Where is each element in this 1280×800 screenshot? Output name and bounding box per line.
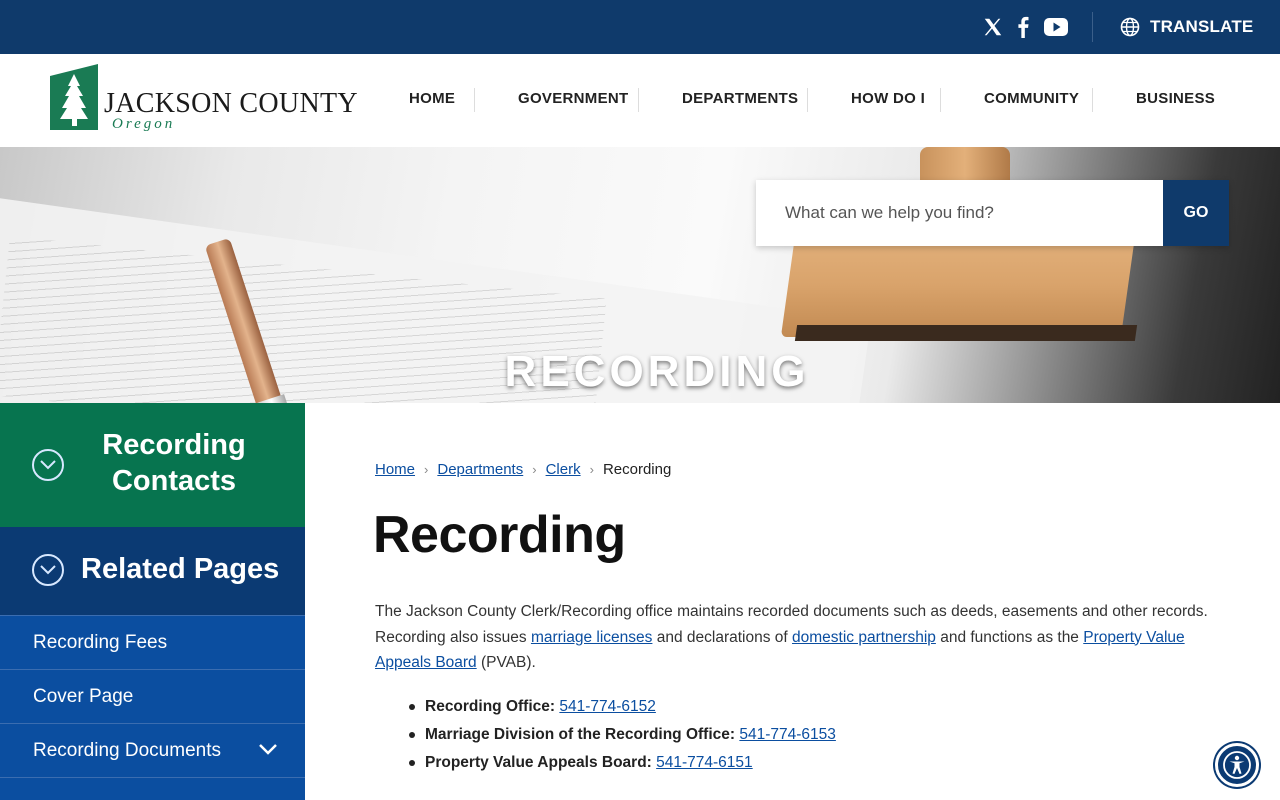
accessibility-button[interactable]	[1215, 743, 1259, 787]
breadcrumb-chevron-icon: ›	[532, 462, 537, 477]
sidebar-item-label: Recording Documents	[33, 740, 221, 761]
nav-divider	[940, 88, 941, 112]
sidebar-item-next[interactable]	[0, 777, 305, 800]
intro-paragraph: The Jackson County Clerk/Recording offic…	[375, 599, 1225, 676]
list-item: Marriage Division of the Recording Offic…	[409, 722, 836, 750]
hero-title: RECORDING	[504, 347, 810, 396]
topbar-divider	[1092, 12, 1093, 42]
site-search: GO	[756, 180, 1229, 246]
sidebar-item-recording-fees[interactable]: Recording Fees	[0, 615, 305, 669]
tree-logo-icon	[50, 64, 98, 130]
related-pages-toggle[interactable]: Related Pages	[0, 527, 305, 615]
logo-subtitle: Oregon	[112, 116, 176, 132]
sidebar-item-cover-page[interactable]: Cover Page	[0, 669, 305, 723]
phone-link[interactable]: 541-774-6153	[739, 726, 836, 743]
search-input[interactable]	[756, 180, 1163, 246]
recording-contacts-toggle[interactable]: Recording Contacts	[0, 403, 305, 527]
contact-list: Recording Office: 541-774-6152 Marriage …	[409, 694, 836, 778]
domestic-partnership-link[interactable]: domestic partnership	[792, 629, 936, 646]
breadcrumb-departments[interactable]: Departments	[437, 461, 523, 478]
phone-link[interactable]: 541-774-6151	[656, 754, 753, 771]
youtube-icon[interactable]	[1043, 14, 1069, 40]
breadcrumb-current: Recording	[602, 461, 672, 478]
hero-stamp-rubber	[794, 325, 1138, 341]
nav-home[interactable]: HOME	[409, 90, 455, 107]
chevron-down-icon[interactable]	[258, 742, 278, 761]
list-item: Property Value Appeals Board: 541-774-61…	[409, 750, 836, 778]
nav-how-do-i[interactable]: HOW DO I	[851, 90, 925, 107]
accessibility-icon	[1223, 751, 1251, 779]
intro-text: (PVAB).	[476, 654, 536, 671]
nav-divider	[807, 88, 808, 112]
breadcrumb-chevron-icon: ›	[589, 462, 594, 477]
x-icon[interactable]	[980, 14, 1006, 40]
search-go-button[interactable]: GO	[1163, 180, 1229, 246]
intro-text: and functions as the	[935, 628, 1084, 646]
nav-business[interactable]: BUSINESS	[1136, 90, 1215, 107]
page-title: Recording	[373, 506, 626, 564]
chevron-down-icon	[32, 449, 64, 481]
phone-link[interactable]: 541-774-6152	[559, 698, 656, 715]
related-pages-title: Related Pages	[81, 553, 280, 585]
nav-divider	[1092, 88, 1093, 112]
breadcrumb-home[interactable]: Home	[375, 461, 415, 478]
breadcrumb-clerk[interactable]: Clerk	[546, 461, 581, 478]
site-header: JACKSON COUNTY Oregon HOME GOVERNMENT DE…	[0, 54, 1280, 147]
jackson-county-logo[interactable]: JACKSON COUNTY Oregon	[48, 64, 358, 136]
nav-departments[interactable]: DEPARTMENTS	[682, 90, 798, 107]
sidebar-item-recording-documents[interactable]: Recording Documents	[0, 723, 305, 777]
intro-text: and declarations of	[652, 628, 793, 646]
top-bar: TRANSLATE	[0, 0, 1280, 54]
contact-label: Property Value Appeals Board:	[425, 754, 652, 771]
breadcrumb: Home › Departments › Clerk › Recording	[375, 461, 671, 478]
list-item: Recording Office: 541-774-6152	[409, 694, 836, 722]
marriage-licenses-link[interactable]: marriage licenses	[531, 629, 652, 646]
contact-label: Recording Office:	[425, 698, 556, 715]
chevron-down-icon	[32, 554, 64, 586]
translate-button[interactable]: TRANSLATE	[1120, 14, 1253, 40]
translate-label: TRANSLATE	[1150, 17, 1254, 36]
sidebar-item-label: Cover Page	[33, 686, 134, 707]
contact-label: Marriage Division of the Recording Offic…	[425, 726, 736, 743]
nav-government[interactable]: GOVERNMENT	[518, 90, 629, 107]
nav-community[interactable]: COMMUNITY	[984, 90, 1079, 107]
breadcrumb-chevron-icon: ›	[424, 462, 429, 477]
nav-divider	[474, 88, 475, 112]
recording-contacts-title: Recording Contacts	[102, 429, 246, 497]
globe-icon	[1120, 17, 1140, 37]
nav-divider	[638, 88, 639, 112]
sidebar-item-label: Recording Fees	[33, 632, 168, 653]
facebook-icon[interactable]	[1010, 14, 1036, 40]
